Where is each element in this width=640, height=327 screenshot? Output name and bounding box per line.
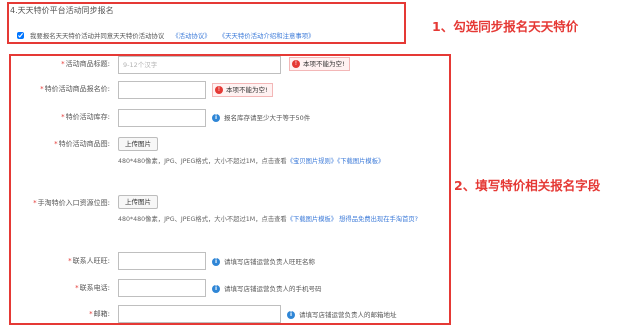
- entry-image-label: *手淘特价入口资源位图:: [33, 199, 110, 207]
- download-template-link[interactable]: 《下载图片模板》: [337, 158, 384, 165]
- email-input[interactable]: [118, 305, 281, 323]
- product-title-input[interactable]: 9-12个汉字: [118, 56, 281, 74]
- product-image-label: *特价活动商品图:: [54, 140, 110, 148]
- contact-phone-input[interactable]: [118, 279, 206, 297]
- info-icon: i: [287, 311, 295, 319]
- agree-text: 我要报名天天特价活动并同意天天特价活动协议: [30, 32, 165, 40]
- stock-hint: i 报名库存请至少大于等于50件: [212, 112, 310, 122]
- step1-annotation: 1、勾选同步报名天天特价: [432, 19, 579, 34]
- agree-row: 我要报名天天特价活动并同意天天特价活动协议 《活动协议》 《天天特价活动介绍和注…: [17, 31, 315, 40]
- email-hint: i 请填写店铺运营负责人的邮箱地址: [287, 309, 397, 319]
- section-title: 4.天天特价平台活动同步报名: [10, 6, 114, 15]
- intro-link[interactable]: 《天天特价活动介绍和注意事项》: [219, 32, 315, 40]
- product-title-label: *活动商品标题:: [61, 60, 110, 68]
- contact-wangwang-hint: i 请填写店铺运营负责人旺旺名称: [212, 256, 315, 266]
- agree-checkbox[interactable]: [17, 32, 24, 39]
- homepage-promo-link[interactable]: 想得品免费出现在手淘首页?: [339, 216, 418, 223]
- email-label: *邮箱:: [89, 310, 110, 318]
- product-price-label: *特价活动商品报名价:: [40, 85, 110, 93]
- contact-phone-hint: i 请填写店铺运营负责人的手机号码: [212, 283, 322, 293]
- product-image-hint: 480*480像素，JPG、JPEG格式，大小不超过1M，点击查看《宝贝图片规则…: [118, 158, 385, 165]
- error-icon: !: [292, 60, 300, 68]
- info-icon: i: [212, 285, 220, 293]
- product-title-error: ! 本项不能为空!: [289, 57, 350, 71]
- product-price-input[interactable]: [118, 81, 206, 99]
- agreement-link[interactable]: 《活动协议》: [172, 32, 210, 40]
- product-price-error: ! 本项不能为空!: [212, 83, 273, 97]
- error-icon: !: [215, 86, 223, 94]
- step2-annotation: 2、填写特价相关报名字段: [454, 178, 601, 193]
- info-icon: i: [212, 114, 220, 122]
- download-template-link[interactable]: 《下载图片模板》: [287, 216, 337, 223]
- stock-label: *特价活动库存:: [61, 113, 110, 121]
- stock-input[interactable]: [118, 109, 206, 127]
- contact-phone-label: *联系电话:: [75, 284, 110, 292]
- image-rules-link[interactable]: 《宝贝图片规则》: [287, 158, 337, 165]
- contact-wangwang-label: *联系人旺旺:: [68, 257, 110, 265]
- entry-image-upload-button[interactable]: 上传图片: [118, 195, 158, 209]
- entry-image-hint: 480*480像素，JPG、JPEG格式，大小不超过1M，点击查看《下载图片模板…: [118, 216, 419, 223]
- contact-wangwang-input[interactable]: [118, 252, 206, 270]
- product-image-upload-button[interactable]: 上传图片: [118, 137, 158, 151]
- info-icon: i: [212, 258, 220, 266]
